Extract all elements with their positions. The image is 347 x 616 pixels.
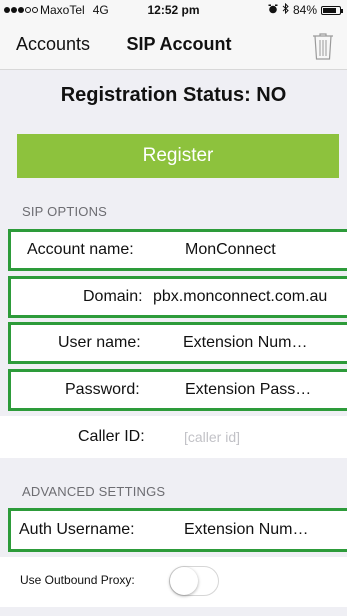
user-name-label: User name: [58, 334, 141, 351]
back-button[interactable]: Accounts [16, 34, 90, 55]
register-button[interactable]: Register [17, 134, 339, 178]
content-area: Registration Status: NO Register SIP OPT… [0, 70, 347, 616]
outbound-proxy-row: Use Outbound Proxy: [0, 557, 347, 607]
auth-username-label: Auth Username: [19, 521, 135, 538]
user-name-row[interactable]: User name: Extension Num… [8, 322, 347, 364]
battery-percent: 84% [292, 3, 317, 17]
domain-label: Domain: [83, 288, 143, 305]
auth-username-row[interactable]: Auth Username: Extension Num… [8, 508, 347, 552]
caller-id-row[interactable]: Caller ID: [caller id] [0, 416, 347, 458]
user-name-field[interactable]: Extension Num… [183, 325, 308, 361]
password-label: Password: [65, 381, 140, 398]
password-row[interactable]: Password: Extension Pass… [8, 369, 347, 411]
domain-field[interactable]: pbx.monconnect.com.au [153, 279, 347, 315]
status-bar: MaxoTel 4G 12:52 pm 84% [0, 0, 347, 22]
account-name-row[interactable]: Account name: MonConnect [8, 229, 347, 271]
domain-row[interactable]: Domain: pbx.monconnect.com.au [8, 276, 347, 318]
alarm-icon [268, 3, 278, 17]
section-header-advanced-settings: ADVANCED SETTINGS [22, 484, 166, 499]
battery-icon [321, 5, 343, 15]
caller-id-field[interactable]: [caller id] [184, 416, 240, 458]
navigation-bar: Accounts SIP Account [0, 22, 347, 70]
battery-fill [323, 7, 336, 13]
registration-status: Registration Status: NO [60, 84, 287, 106]
outbound-proxy-label: Use Outbound Proxy: [20, 573, 135, 587]
bluetooth-icon [282, 2, 289, 17]
toggle-knob [170, 567, 198, 595]
outbound-proxy-toggle[interactable] [169, 566, 219, 596]
section-header-sip-options: SIP OPTIONS [22, 204, 108, 219]
page-title: SIP Account [126, 34, 232, 54]
account-name-field[interactable]: MonConnect [185, 232, 276, 268]
trash-icon[interactable] [311, 32, 335, 60]
account-name-label: Account name: [27, 241, 134, 258]
password-field[interactable]: Extension Pass… [185, 372, 311, 408]
status-right: 84% [268, 2, 343, 17]
auth-username-field[interactable]: Extension Num… [184, 511, 309, 549]
caller-id-label: Caller ID: [78, 428, 145, 445]
